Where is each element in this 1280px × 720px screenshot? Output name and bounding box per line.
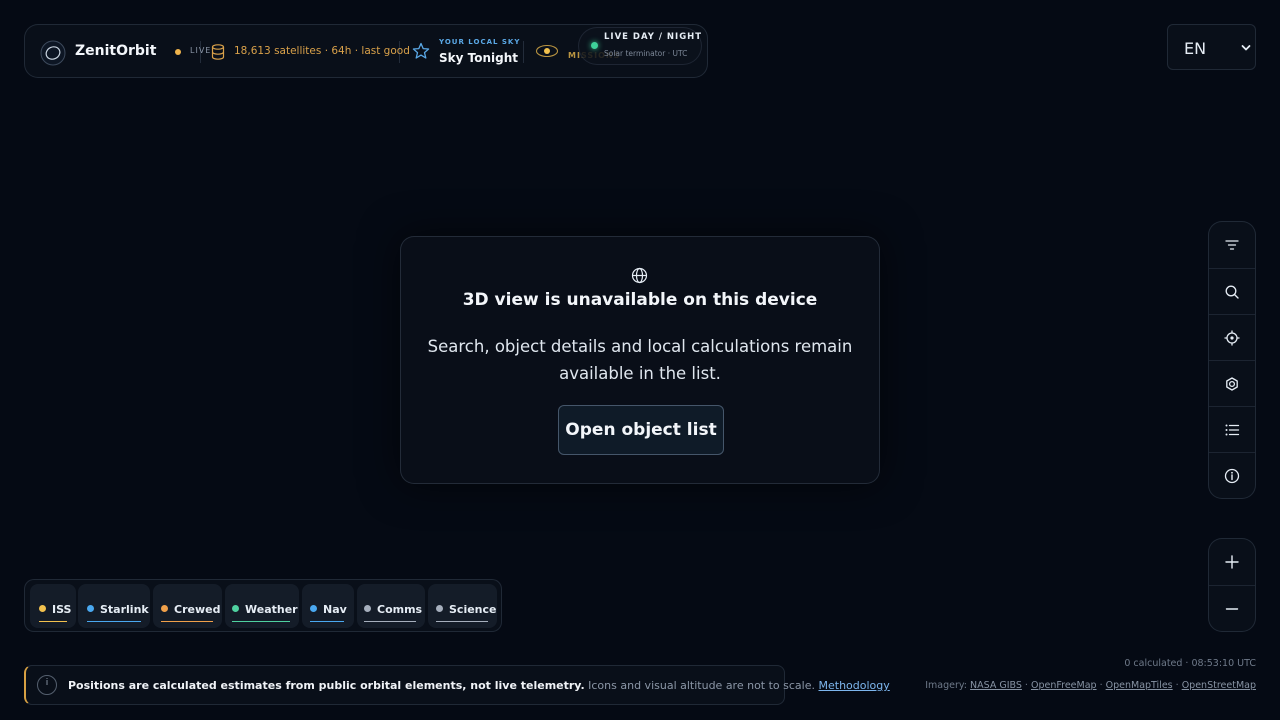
card-body: Search, object details and local calcula… [427, 337, 853, 383]
list-icon [1225, 424, 1240, 435]
category-underline [39, 621, 67, 622]
info-icon [1224, 468, 1240, 483]
search-button[interactable] [1209, 268, 1255, 314]
attribution-link-openfreemap[interactable]: OpenFreeMap [1031, 680, 1097, 691]
category-underline [232, 621, 290, 622]
category-label: Comms [377, 603, 423, 616]
category-underline [161, 621, 213, 622]
eye-icon [1226, 376, 1238, 391]
divider [399, 41, 400, 63]
database-icon [211, 44, 225, 60]
category-filter-bar: ISS Starlink Crewed Weather Nav Comms Sc… [24, 579, 502, 632]
category-chip-science[interactable]: Science [428, 584, 497, 628]
category-label: Crewed [174, 603, 221, 616]
language-select[interactable]: EN [1167, 24, 1256, 70]
category-label: Science [449, 603, 497, 616]
category-underline [436, 621, 488, 622]
card-title: 3D view is unavailable on this device [462, 290, 818, 310]
filter-icon [1225, 240, 1239, 250]
crosshair-icon [1224, 330, 1240, 345]
search-icon [1225, 285, 1239, 299]
view-button[interactable] [1209, 360, 1255, 406]
divider [200, 41, 201, 63]
plus-icon [1225, 555, 1239, 569]
imagery-label: Imagery: [925, 680, 967, 691]
category-underline [87, 621, 141, 622]
orbit-logo-icon [40, 40, 66, 66]
category-label: ISS [52, 603, 72, 616]
methodology-link[interactable]: Methodology [819, 679, 890, 692]
category-underline [364, 621, 416, 622]
category-color-dot [87, 605, 94, 612]
day-night-subtitle: Solar terminator · UTC [604, 49, 688, 58]
category-color-dot [161, 605, 168, 612]
category-color-dot [232, 605, 239, 612]
local-sky-label: YOUR LOCAL SKY [439, 38, 521, 46]
satellites-status[interactable]: 18,613 satellites · 64h · last good [234, 45, 410, 57]
planet-icon [535, 44, 559, 58]
day-night-toggle[interactable]: LIVE DAY / NIGHT Solar terminator · UTC [578, 27, 702, 65]
info-icon: i [37, 675, 57, 695]
sky-tonight-link[interactable]: Sky Tonight [439, 51, 518, 65]
disclaimer-text: Positions are calculated estimates from … [68, 679, 890, 692]
category-chip-iss[interactable]: ISS [30, 584, 76, 628]
zoom-in-button[interactable] [1209, 539, 1255, 585]
category-label: Nav [323, 603, 347, 616]
category-color-dot [310, 605, 317, 612]
category-chip-crewed[interactable]: Crewed [153, 584, 222, 628]
category-chip-weather[interactable]: Weather [225, 584, 299, 628]
filter-button[interactable] [1209, 222, 1255, 268]
category-label: Weather [245, 603, 298, 616]
divider [523, 41, 524, 63]
day-night-status-dot [591, 42, 598, 49]
calculation-status: 0 calculated · 08:53:10 UTC [1124, 658, 1256, 669]
locate-button[interactable] [1209, 314, 1255, 360]
attribution-link-openstreetmap[interactable]: OpenStreetMap [1182, 680, 1256, 691]
accuracy-disclaimer: i Positions are calculated estimates fro… [24, 665, 890, 705]
category-color-dot [364, 605, 371, 612]
disclaimer-bold: Positions are calculated estimates from … [68, 679, 585, 692]
live-indicator-dot [175, 49, 181, 55]
info-button[interactable] [1209, 452, 1255, 498]
zoom-out-button[interactable] [1209, 585, 1255, 631]
category-chip-nav[interactable]: Nav [302, 584, 354, 628]
chevron-down-icon [1241, 45, 1251, 51]
zoom-controls [1208, 538, 1256, 632]
list-button[interactable] [1209, 406, 1255, 452]
category-chip-starlink[interactable]: Starlink [78, 584, 150, 628]
attribution-link-openmaptiles[interactable]: OpenMapTiles [1106, 680, 1173, 691]
globe-icon [631, 267, 648, 284]
star-icon [412, 42, 430, 59]
category-label: Starlink [100, 603, 149, 616]
open-object-list-button[interactable]: Open object list [558, 405, 724, 455]
map-toolbar [1208, 221, 1256, 499]
category-underline [310, 621, 344, 622]
minus-icon [1225, 607, 1239, 610]
day-night-title: LIVE DAY / NIGHT [604, 32, 703, 42]
category-color-dot [39, 605, 46, 612]
brand-name[interactable]: ZenitOrbit [75, 43, 156, 59]
imagery-attribution: Imagery: NASA GIBS · OpenFreeMap · OpenM… [925, 680, 1256, 691]
category-chip-comms[interactable]: Comms [357, 584, 425, 628]
3d-unavailable-card: 3D view is unavailable on this device Se… [400, 236, 880, 484]
language-value: EN [1184, 39, 1207, 58]
attribution-link-nasa-gibs[interactable]: NASA GIBS [970, 680, 1022, 691]
category-color-dot [436, 605, 443, 612]
disclaimer-normal: Icons and visual altitude are not to sca… [588, 679, 815, 692]
